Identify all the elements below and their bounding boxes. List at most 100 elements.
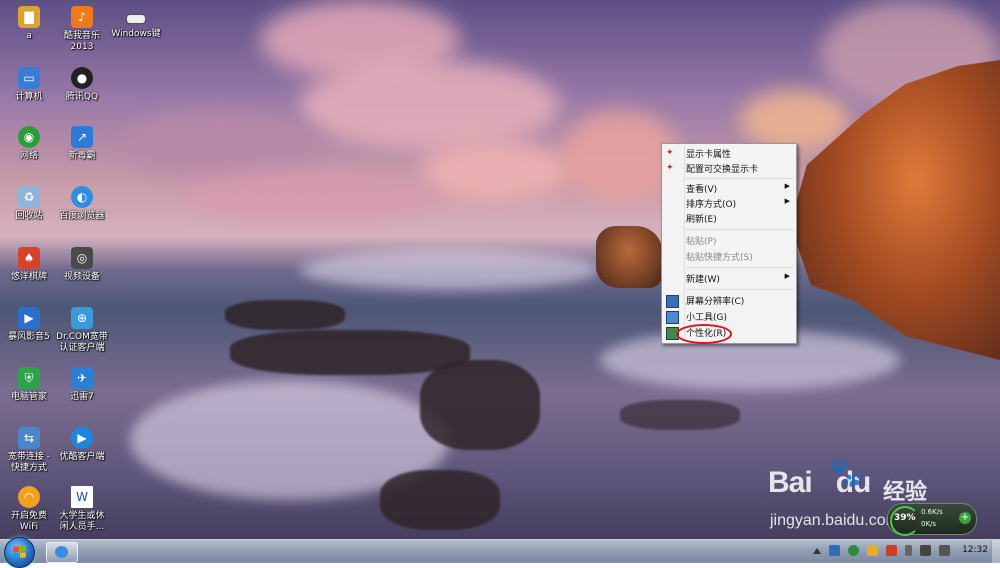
desktop-icon-label: 网络 [19, 151, 38, 161]
thunder-icon: ✈ [71, 367, 93, 389]
desktop-icon-label: 腾讯QQ [65, 92, 99, 102]
desktop-icon-label: Dr.COM宽带 认证客户端 [56, 332, 108, 353]
highlight-circle-annotation [676, 324, 732, 344]
desktop-icon-baidu-browser[interactable]: ◐ 百度浏览器 [53, 186, 111, 222]
desktop-icon-pc-manager[interactable]: ⛨ 电脑管家 [0, 367, 58, 403]
taskbar: 12:32 [0, 537, 1000, 568]
show-desktop-button[interactable] [991, 540, 1000, 563]
desktop-icon-label: 新毒霸 [68, 151, 96, 161]
graphics-card-switch-icon: ✦ [666, 163, 674, 173]
menu-separator [686, 229, 793, 230]
submenu-arrow-icon: ▶ [784, 272, 790, 280]
speed-percent: 39% [894, 513, 916, 523]
wifi-icon: ◠ [18, 486, 40, 508]
desktop-icon-duba[interactable]: ↗ 新毒霸 [53, 126, 111, 162]
speed-widget-plus-button[interactable]: + [959, 512, 971, 524]
menu-separator [686, 289, 793, 290]
desktop-icon-computer[interactable]: ▭ 计算机 [0, 67, 58, 103]
menu-item-switchable-graphics[interactable]: ✦ 配置可交换显示卡 [662, 161, 796, 176]
desktop-icon-label: 迅雷7 [70, 392, 94, 402]
desktop-icon-storm-player[interactable]: ▶ 暴风影音5 [0, 307, 58, 343]
webcam-icon: ◎ [71, 247, 93, 269]
start-button[interactable] [4, 537, 35, 568]
desktop-icon-label: a [26, 31, 32, 41]
browser-icon [55, 546, 68, 558]
desktop-icon-label: 大学生或休 闲人员手... [59, 511, 105, 532]
menu-item-sort-by[interactable]: 排序方式(O) ▶ [662, 196, 796, 211]
desktop-context-menu: ✦ 显示卡属性 ✦ 配置可交换显示卡 查看(V) ▶ 排序方式(O) ▶ 刷新(… [661, 143, 797, 344]
broadband-connection-icon: ⇆ [18, 427, 40, 449]
pc-manager-shield-icon: ⛨ [18, 367, 40, 389]
qq-penguin-icon: ● [71, 67, 93, 89]
network-speed-widget[interactable]: 39% 0.6K/s 0K/s + [887, 503, 977, 536]
youku-icon: ▶ [71, 427, 93, 449]
network-globe-icon: ◉ [18, 126, 40, 148]
taskbar-clock[interactable]: 12:32 [962, 545, 988, 555]
desktop-icon-label: 开启免费 WiFi [10, 511, 47, 532]
submenu-arrow-icon: ▶ [784, 182, 790, 190]
menu-separator [686, 178, 793, 179]
desktop-icon-network[interactable]: ◉ 网络 [0, 126, 58, 162]
tray-battery-icon[interactable] [905, 545, 912, 556]
menu-item-paste: 粘贴(P) [686, 237, 717, 247]
word-document-icon: W [71, 486, 93, 508]
gadgets-icon [666, 311, 679, 324]
baidu-paw-icon: 🐾 [828, 456, 863, 489]
upload-speed: 0.6K/s [921, 508, 943, 516]
desktop-icon-label: 百度浏览器 [59, 211, 105, 221]
menu-item-refresh[interactable]: 刷新(E) [662, 211, 796, 226]
desktop-icon-broadband[interactable]: ⇆ 宽带连接 - 快捷方式 [0, 427, 58, 474]
desktop-icon-word-document[interactable]: W 大学生或休 闲人员手... [53, 486, 111, 533]
graphics-card-icon: ✦ [666, 148, 674, 158]
desktop-icon-drcom[interactable]: ⊕ Dr.COM宽带 认证客户端 [53, 307, 111, 354]
drcom-client-icon: ⊕ [71, 307, 93, 329]
menu-item-paste-shortcut: 粘贴快捷方式(S) [686, 253, 753, 263]
taskbar-app-browser[interactable] [46, 542, 78, 563]
desktop-icon-kuwo-music[interactable]: ♪ 酷我音乐 2013 [53, 6, 111, 53]
desktop-icon-label: 悠洋棋牌 [10, 272, 47, 282]
menu-item-graphics-properties[interactable]: ✦ 显示卡属性 [662, 146, 796, 161]
menu-item-view[interactable]: 查看(V) ▶ [662, 181, 796, 196]
desktop-icon-label: 宽带连接 - 快捷方式 [7, 452, 51, 473]
tray-app-icon[interactable] [829, 545, 840, 556]
desktop-icon-recycle-bin[interactable]: ♻ 回收站 [0, 186, 58, 222]
desktop-icon-windows-key[interactable]: Windows键 [108, 6, 164, 40]
desktop-icon-label: 回收站 [15, 211, 43, 221]
computer-icon: ▭ [18, 67, 40, 89]
tray-flag-icon[interactable] [886, 545, 897, 556]
desktop-icon-label: 酷我音乐 2013 [63, 31, 100, 52]
card-game-icon: ♠ [18, 247, 40, 269]
watermark-cn-text: 经验 [883, 480, 928, 505]
system-tray [813, 545, 950, 556]
desktop-icon-qq[interactable]: ● 腾讯QQ [53, 67, 111, 103]
storm-player-icon: ▶ [18, 307, 40, 329]
menu-item-new[interactable]: 新建(W) ▶ [662, 271, 796, 286]
keyboard-key-icon [126, 14, 146, 24]
menu-item-screen-resolution[interactable]: 屏幕分辨率(C) [662, 293, 796, 308]
desktop-icon-label: 视频设备 [63, 272, 100, 282]
tray-arrow-icon[interactable] [813, 547, 821, 554]
baidu-browser-icon: ◐ [71, 186, 93, 208]
tray-network-icon[interactable] [939, 545, 950, 556]
menu-separator [686, 267, 793, 268]
desktop-icon-folder-a[interactable]: ▇ a [0, 6, 58, 42]
desktop-icon-webcam[interactable]: ◎ 视频设备 [53, 247, 111, 283]
download-speed: 0K/s [921, 520, 937, 528]
menu-item-gadgets[interactable]: 小工具(G) [662, 309, 796, 324]
tray-volume-icon[interactable] [920, 545, 931, 556]
watermark-url: jingyan.baidu.com [770, 512, 899, 529]
recycle-bin-icon: ♻ [18, 186, 40, 208]
kuwo-music-icon: ♪ [71, 6, 93, 28]
desktop-icon-label: 优酷客户端 [59, 452, 105, 462]
desktop-icon-free-wifi[interactable]: ◠ 开启免费 WiFi [0, 486, 58, 533]
desktop-icon-card-game[interactable]: ♠ 悠洋棋牌 [0, 247, 58, 283]
submenu-arrow-icon: ▶ [784, 197, 790, 205]
desktop-icon-label: 计算机 [15, 92, 43, 102]
windows-logo-icon [13, 545, 26, 559]
tray-shield-icon[interactable] [867, 545, 878, 556]
tray-globe-icon[interactable] [848, 545, 859, 556]
screen-resolution-icon [666, 295, 679, 308]
desktop-icon-youku[interactable]: ▶ 优酷客户端 [53, 427, 111, 463]
desktop-icon-label: 暴风影音5 [8, 332, 50, 342]
desktop-icon-thunder[interactable]: ✈ 迅雷7 [53, 367, 111, 403]
